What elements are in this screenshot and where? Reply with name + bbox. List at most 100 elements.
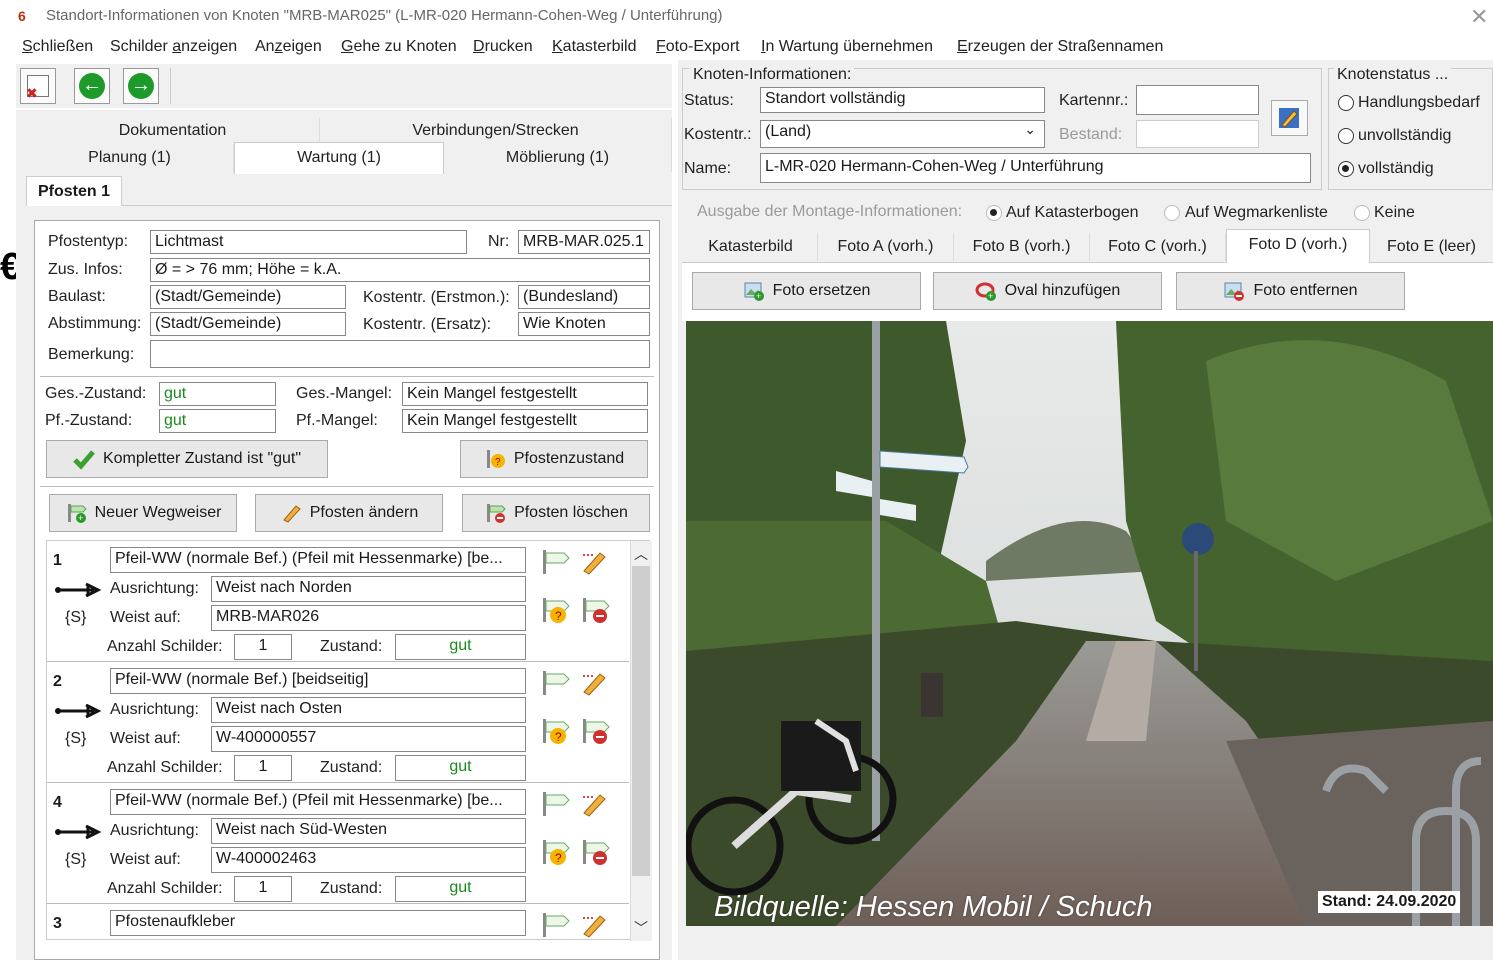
wegweiser-typ-field[interactable]: Pfeil-WW (normale Bef.) (Pfeil mit Hesse… bbox=[110, 789, 526, 815]
node-photo[interactable] bbox=[686, 321, 1493, 926]
kostentraeger-select[interactable]: (Land) ⌄ bbox=[760, 120, 1045, 148]
pfostenzustand-button[interactable]: ? Pfostenzustand bbox=[460, 440, 648, 478]
zustand-field[interactable]: gut bbox=[395, 755, 526, 781]
menu-label: rucken bbox=[484, 38, 533, 55]
menu-label: An bbox=[255, 38, 275, 55]
abstimmung-field[interactable]: (Stadt/Gemeinde) bbox=[150, 312, 346, 336]
tab-wartung[interactable]: Wartung (1) bbox=[234, 142, 444, 174]
scrollbar-thumb[interactable] bbox=[632, 566, 650, 876]
foto-ersetzen-button[interactable]: + Foto ersetzen bbox=[692, 272, 921, 310]
oval-hinzufuegen-label: Oval hinzufügen bbox=[1004, 282, 1121, 299]
tab-dokumentation[interactable]: Dokumentation bbox=[26, 118, 320, 144]
svg-text:?: ? bbox=[555, 851, 562, 865]
tab-foto-b[interactable]: Foto B (vorh.) bbox=[954, 233, 1090, 261]
menu-erzeugen-strassennamen[interactable]: Erzeugen der Straßennamen bbox=[957, 38, 1163, 56]
scroll-up-icon[interactable]: ︿ bbox=[634, 544, 648, 564]
scroll-down-icon[interactable]: ﹀ bbox=[634, 918, 648, 938]
divider bbox=[40, 376, 654, 377]
row-divider bbox=[47, 903, 629, 904]
bemerkung-field[interactable] bbox=[150, 340, 650, 368]
delete-sign-icon bbox=[487, 504, 506, 523]
pfosten-loeschen-label: Pfosten löschen bbox=[514, 504, 628, 521]
wegweiser-typ-field[interactable]: Pfeil-WW (normale Bef.) (Pfeil mit Hesse… bbox=[110, 547, 526, 573]
menu-foto-export[interactable]: Foto-Export bbox=[656, 38, 740, 56]
kompletter-zustand-gut-button[interactable]: Kompletter Zustand ist "gut" bbox=[46, 440, 328, 478]
kostentraeger-ersatz-field[interactable]: Wie Knoten bbox=[518, 312, 650, 336]
weist-auf-field[interactable]: W-400000557 bbox=[211, 726, 526, 752]
pfosten-loeschen-button[interactable]: Pfosten löschen bbox=[462, 494, 650, 532]
menu-label: oto-Export bbox=[665, 38, 740, 55]
wegweiser-typ-field[interactable]: Pfeil-WW (normale Bef.) [beidseitig] bbox=[110, 668, 526, 694]
tab-foto-e[interactable]: Foto E (leer) bbox=[1370, 233, 1493, 261]
close-document-button[interactable] bbox=[20, 68, 56, 104]
zustand-field[interactable]: gut bbox=[395, 634, 526, 660]
wegweiser-typ-field[interactable]: Pfostenaufkleber bbox=[110, 910, 526, 936]
radio-unvollstaendig[interactable] bbox=[1338, 128, 1354, 144]
kostentraeger-label: Kostentr.: bbox=[684, 126, 752, 143]
radio-auf-katasterbogen[interactable] bbox=[986, 205, 1002, 221]
ges-zustand-field[interactable]: gut bbox=[159, 382, 276, 406]
ausrichtung-field[interactable]: Weist nach Norden bbox=[211, 576, 526, 602]
radio-keine[interactable] bbox=[1354, 205, 1370, 221]
anzahl-schilder-field[interactable]: 1 bbox=[234, 634, 292, 660]
zustand-field[interactable]: gut bbox=[395, 876, 526, 902]
neuer-wegweiser-button[interactable]: + Neuer Wegweiser bbox=[49, 494, 237, 532]
tab-planung[interactable]: Planung (1) bbox=[26, 144, 234, 172]
oval-hinzufuegen-button[interactable]: + Oval hinzufügen bbox=[933, 272, 1162, 310]
next-button[interactable]: → bbox=[123, 68, 159, 104]
ausrichtung-field[interactable]: Weist nach Süd-Westen bbox=[211, 818, 526, 844]
foto-entfernen-button[interactable]: Foto entfernen bbox=[1176, 272, 1405, 310]
menu-gehe-zu-knoten[interactable]: Gehe zu Knoten bbox=[341, 38, 457, 56]
zus-infos-field[interactable]: Ø = > 76 mm; Höhe = k.A. bbox=[150, 258, 650, 282]
ges-mangel-field[interactable]: Kein Mangel festgestellt bbox=[402, 382, 648, 406]
menu-anzeigen[interactable]: Anzeigen bbox=[255, 38, 322, 56]
ausrichtung-label: Ausrichtung: bbox=[110, 580, 199, 597]
schild-marker: {S} bbox=[65, 851, 87, 868]
pfostentyp-field[interactable]: Lichtmast bbox=[150, 230, 467, 254]
anzahl-schilder-field[interactable]: 1 bbox=[234, 755, 292, 781]
nr-field[interactable]: MRB-MAR.025.1 bbox=[518, 230, 650, 254]
pf-mangel-field[interactable]: Kein Mangel festgestellt bbox=[402, 409, 648, 433]
add-sign-icon: + bbox=[67, 504, 87, 523]
abstimmung-label: Abstimmung: bbox=[48, 315, 142, 332]
weist-auf-field[interactable]: MRB-MAR026 bbox=[211, 605, 526, 631]
pfosten-aendern-button[interactable]: Pfosten ändern bbox=[255, 494, 443, 532]
menu-label: Schilder bbox=[110, 38, 173, 55]
tab-foto-c[interactable]: Foto C (vorh.) bbox=[1090, 233, 1226, 261]
sign-delete-icon bbox=[583, 840, 610, 865]
radio-vollstaendig[interactable] bbox=[1338, 161, 1354, 177]
tab-verbindungen[interactable]: Verbindungen/Strecken bbox=[320, 118, 672, 144]
kostentraeger-erstmon-field[interactable]: (Bundesland) bbox=[518, 285, 650, 309]
tab-moeblierung[interactable]: Möblierung (1) bbox=[444, 144, 672, 172]
menu-label: nzeigen bbox=[181, 38, 238, 55]
menu-katasterbild[interactable]: Katasterbild bbox=[552, 38, 637, 56]
menu-schliessen[interactable]: Schließen bbox=[22, 38, 93, 56]
menu-label: eigen bbox=[282, 38, 322, 55]
tab-foto-d[interactable]: Foto D (vorh.) bbox=[1226, 229, 1370, 263]
name-field[interactable]: L-MR-020 Hermann-Cohen-Weg / Unterführun… bbox=[760, 153, 1311, 183]
menu-mnemonic: z bbox=[274, 38, 283, 55]
edit-knoten-button[interactable] bbox=[1271, 100, 1308, 136]
anzahl-schilder-field[interactable]: 1 bbox=[234, 876, 292, 902]
kartennr-field[interactable] bbox=[1136, 85, 1259, 115]
handlungsbedarf-label: Handlungsbedarf bbox=[1358, 94, 1480, 111]
weist-auf-field[interactable]: W-400002463 bbox=[211, 847, 526, 873]
menu-drucken[interactable]: Drucken bbox=[473, 38, 533, 56]
previous-button[interactable]: ← bbox=[74, 68, 110, 104]
tab-foto-a[interactable]: Foto A (vorh.) bbox=[818, 233, 954, 261]
tab-katasterbild[interactable]: Katasterbild bbox=[684, 233, 818, 261]
row-divider bbox=[47, 782, 629, 783]
weist-auf-label: Weist auf: bbox=[110, 730, 181, 747]
menu-in-wartung-uebernehmen[interactable]: In Wartung übernehmen bbox=[761, 38, 933, 56]
radio-handlungsbedarf[interactable] bbox=[1338, 95, 1354, 111]
status-field[interactable]: Standort vollständig bbox=[760, 87, 1045, 113]
ausrichtung-field[interactable]: Weist nach Osten bbox=[211, 697, 526, 723]
pf-zustand-field[interactable]: gut bbox=[159, 409, 276, 433]
menu-label: chließen bbox=[32, 38, 94, 55]
radio-auf-wegmarkenliste[interactable] bbox=[1164, 205, 1180, 221]
baulast-field[interactable]: (Stadt/Gemeinde) bbox=[150, 285, 346, 309]
tab-pfosten-1[interactable]: Pfosten 1 bbox=[26, 176, 122, 206]
close-window-button[interactable]: ✕ bbox=[1470, 4, 1488, 30]
menu-schilder-anzeigen[interactable]: Schilder anzeigen bbox=[110, 38, 237, 56]
menu-label: ehe zu Knoten bbox=[353, 38, 457, 55]
